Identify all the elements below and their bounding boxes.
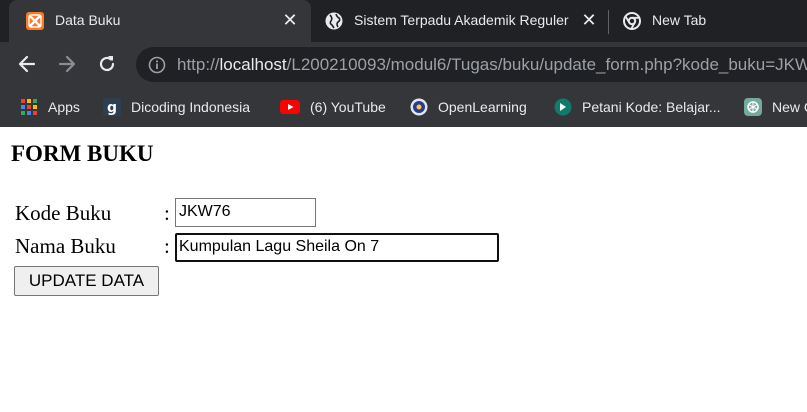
address-bar[interactable]: http://localhost/L200210093/modul6/Tugas… <box>136 47 807 82</box>
url-scheme: http:// <box>177 55 220 74</box>
url-text[interactable]: http://localhost/L200210093/modul6/Tugas… <box>177 55 807 75</box>
tab-label: Sistem Terpadu Akademik Reguler <box>354 12 569 28</box>
browser-toolbar: http://localhost/L200210093/modul6/Tugas… <box>0 42 807 87</box>
tab-siakad[interactable]: Sistem Terpadu Akademik Reguler ✕ <box>318 0 608 42</box>
youtube-icon <box>280 100 300 114</box>
page-content: FORM BUKU Kode Buku : JKW76 Nama Buku : … <box>0 127 807 412</box>
arrow-left-icon <box>18 55 36 73</box>
kode-buku-label: Kode Buku <box>15 201 112 225</box>
tab-data-buku[interactable]: Data Buku ✕ <box>9 0 311 42</box>
tab-strip: Data Buku ✕ Sistem Terpadu Akademik Regu… <box>0 0 807 42</box>
url-path: /L200210093/modul6/Tugas/buku/update_for… <box>286 55 807 74</box>
bookmark-label: (6) YouTube <box>310 99 386 115</box>
xampp-icon <box>26 12 44 30</box>
bookmark-dicoding[interactable]: g Dicoding Indonesia <box>103 87 250 127</box>
kode-buku-colon: : <box>164 201 170 225</box>
forward-button[interactable] <box>51 48 83 80</box>
bookmark-youtube[interactable]: (6) YouTube <box>280 87 386 127</box>
kode-buku-input[interactable]: JKW76 <box>175 198 316 227</box>
reload-button[interactable] <box>91 48 123 80</box>
petani-kode-icon <box>554 98 572 116</box>
reload-icon <box>99 56 115 72</box>
bookmark-label: OpenLearning <box>438 99 527 115</box>
globe-icon <box>325 12 343 30</box>
openlearning-icon <box>410 98 428 116</box>
bookmark-label: Dicoding Indonesia <box>131 99 251 115</box>
bookmark-label: Apps <box>48 99 80 115</box>
close-icon[interactable]: ✕ <box>280 10 300 30</box>
page-title: FORM BUKU <box>11 141 154 166</box>
close-icon[interactable]: ✕ <box>579 10 599 30</box>
bookmark-chatgpt[interactable]: New Chat <box>744 87 807 127</box>
nama-buku-colon: : <box>164 234 170 258</box>
url-host: localhost <box>219 55 287 74</box>
tab-label: Data Buku <box>55 12 121 28</box>
bookmark-openlearning[interactable]: OpenLearning <box>410 87 527 127</box>
update-data-button[interactable]: UPDATE DATA <box>14 266 159 296</box>
chrome-icon <box>623 12 641 30</box>
bookmark-label: New Chat <box>772 99 807 115</box>
back-button[interactable] <box>11 48 43 80</box>
tab-divider <box>608 10 609 34</box>
nama-buku-input[interactable]: Kumpulan Lagu Sheila On 7 <box>175 233 499 262</box>
apps-grid-icon <box>21 99 37 115</box>
bookmark-label: Petani Kode: Belajar... <box>582 99 721 115</box>
bookmark-petani-kode[interactable]: Petani Kode: Belajar... <box>554 87 721 127</box>
nama-buku-label: Nama Buku <box>15 234 116 258</box>
tab-new-tab[interactable]: New Tab <box>612 0 807 42</box>
svg-text:g: g <box>107 100 117 116</box>
dicoding-icon: g <box>103 98 121 116</box>
tab-label: New Tab <box>652 12 707 28</box>
chatgpt-icon <box>744 98 762 116</box>
bookmarks-bar: Apps g Dicoding Indonesia (6) YouTube Op… <box>0 87 807 127</box>
bookmark-apps[interactable]: Apps <box>20 87 80 127</box>
arrow-right-icon <box>58 55 76 73</box>
info-icon[interactable] <box>148 56 166 74</box>
